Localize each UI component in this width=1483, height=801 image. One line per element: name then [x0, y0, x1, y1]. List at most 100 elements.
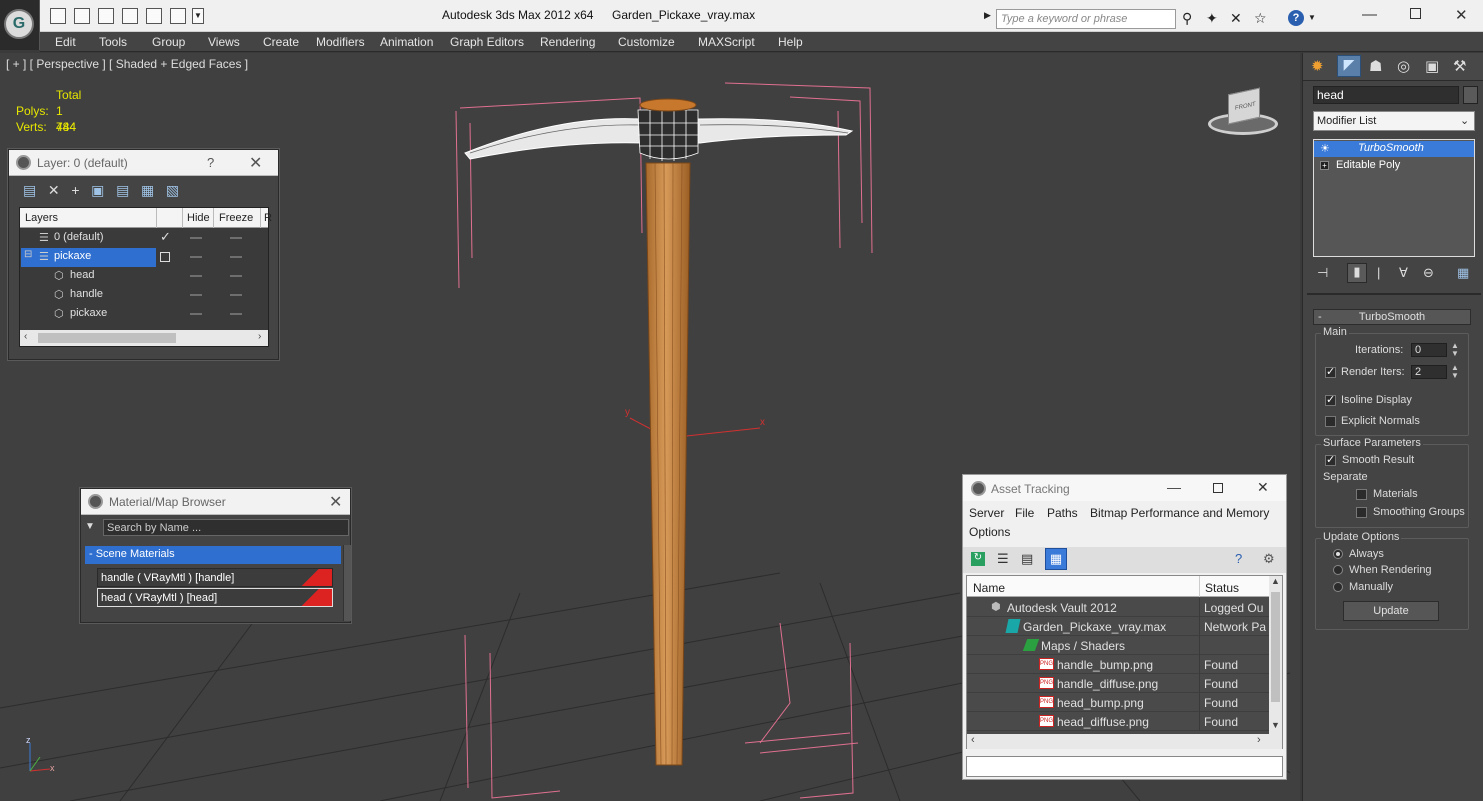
set-current-layer-icon[interactable] [160, 252, 170, 262]
menu-help[interactable]: Help [778, 35, 803, 49]
stack-item-editable-poly[interactable]: + Editable Poly [1314, 158, 1474, 174]
hide-toggle[interactable] [190, 256, 202, 258]
asset-vertical-scrollbar[interactable]: ▲ ▼ [1269, 576, 1282, 734]
viewport-label[interactable]: [ + ] [ Perspective ] [ Shaded + Edged F… [6, 57, 248, 71]
create-tab-icon[interactable]: ✹ [1311, 57, 1324, 75]
material-browser-titlebar[interactable]: Material/Map Browser ✕ [81, 489, 350, 515]
select-objects-icon[interactable]: ▣ [91, 182, 104, 198]
layer-row[interactable]: ⬡ head [20, 267, 268, 286]
hide-all-icon[interactable]: ▦ [141, 182, 154, 198]
refresh-icon[interactable]: ↻ [971, 552, 985, 566]
freeze-toggle[interactable] [230, 313, 242, 315]
scroll-thumb[interactable] [38, 333, 176, 343]
viewcube[interactable]: FRONT [1206, 83, 1280, 139]
binoculars-icon[interactable]: ⚲ [1182, 10, 1192, 27]
close-icon[interactable]: ✕ [1455, 6, 1468, 24]
browser-options-icon[interactable]: ▼ [85, 521, 95, 532]
asset-menu-server[interactable]: Server [969, 506, 1004, 520]
hide-toggle[interactable] [190, 275, 202, 277]
asset-row[interactable]: PNG head_diffuse.png Found [967, 712, 1269, 731]
menu-create[interactable]: Create [263, 35, 299, 49]
spinner-arrows-icon[interactable]: ▲ ▼ [1451, 364, 1459, 380]
menu-animation[interactable]: Animation [380, 35, 433, 49]
hide-toggle[interactable] [190, 294, 202, 296]
column-name[interactable]: Name [973, 581, 1005, 595]
scroll-down-icon[interactable]: ▼ [1271, 720, 1280, 730]
column-freeze[interactable]: Freeze [219, 212, 253, 224]
asset-menu-options[interactable]: Options [969, 525, 1010, 539]
scroll-left-icon[interactable]: ‹ [971, 734, 975, 746]
undo-icon[interactable] [122, 8, 138, 24]
asset-tracking-titlebar[interactable]: Asset Tracking — ✕ [963, 475, 1286, 501]
scroll-left-icon[interactable]: ‹ [24, 331, 27, 342]
collapse-icon[interactable]: ⊟ [24, 249, 32, 260]
menu-customize[interactable]: Customize [618, 35, 675, 49]
object-name-input[interactable]: head [1313, 86, 1459, 104]
create-layer-icon[interactable]: ▤ [23, 182, 36, 198]
menu-rendering[interactable]: Rendering [540, 35, 595, 49]
app-logo[interactable]: G [0, 0, 40, 50]
save-icon[interactable] [98, 8, 114, 24]
scroll-thumb[interactable] [1271, 592, 1280, 702]
explicit-normals-checkbox[interactable] [1325, 416, 1336, 427]
open-icon[interactable] [74, 8, 90, 24]
column-render[interactable]: R [264, 212, 272, 224]
asset-maximize-icon[interactable] [1213, 483, 1223, 493]
lightbulb-icon[interactable]: ☀ [1320, 142, 1330, 155]
scroll-up-icon[interactable]: ▲ [1271, 576, 1280, 586]
list-view-icon[interactable]: ☰ [997, 551, 1009, 567]
asset-row[interactable]: ⬢ Autodesk Vault 2012 Logged Ou [967, 598, 1269, 617]
asset-row[interactable]: Garden_Pickaxe_vray.max Network Pa [967, 617, 1269, 636]
hide-toggle[interactable] [190, 237, 202, 239]
delete-layer-icon[interactable]: ✕ [48, 182, 60, 198]
browser-scrollbar[interactable] [343, 545, 351, 621]
asset-menu-file[interactable]: File [1015, 506, 1034, 520]
smoothing-groups-checkbox[interactable] [1356, 507, 1367, 518]
when-rendering-radio[interactable] [1333, 565, 1343, 575]
expand-icon[interactable]: + [1320, 161, 1329, 170]
isoline-display-checkbox[interactable] [1325, 393, 1336, 406]
freeze-all-icon[interactable]: ▧ [166, 182, 179, 198]
asset-menu-bitmap-performance[interactable]: Bitmap Performance and Memory [1090, 506, 1269, 520]
freeze-toggle[interactable] [230, 256, 242, 258]
asset-row[interactable]: PNG head_bump.png Found [967, 693, 1269, 712]
material-browser-close-icon[interactable]: ✕ [329, 492, 342, 512]
asset-minimize-icon[interactable]: — [1167, 479, 1181, 495]
layer-window-titlebar[interactable]: Layer: 0 (default) ? ✕ [9, 150, 278, 176]
layer-row[interactable]: ⬡ handle [20, 286, 268, 305]
column-hide[interactable]: Hide [187, 212, 210, 224]
favorites-icon[interactable]: ☆ [1254, 10, 1267, 27]
menu-edit[interactable]: Edit [55, 35, 76, 49]
help-dropdown-icon[interactable]: ▼ [1308, 13, 1316, 22]
asset-help-icon[interactable]: ? [1235, 551, 1242, 566]
help-icon[interactable]: ? [1288, 10, 1304, 26]
modify-tab-icon[interactable]: ◤ [1337, 55, 1361, 77]
asset-row[interactable]: Maps / Shaders [967, 636, 1269, 655]
highlight-layer-icon[interactable]: ▤ [116, 182, 129, 198]
render-iters-checkbox[interactable] [1325, 365, 1336, 378]
pin-stack-icon[interactable]: ⊣ [1317, 265, 1328, 281]
utilities-tab-icon[interactable]: ⚒ [1453, 57, 1466, 75]
new-icon[interactable] [50, 8, 66, 24]
scroll-right-icon[interactable]: › [1257, 734, 1261, 746]
thumbnail-view-icon[interactable]: ▤ [1021, 551, 1033, 567]
manually-radio[interactable] [1333, 582, 1343, 592]
redo-icon[interactable] [146, 8, 162, 24]
table-view-icon[interactable]: ▦ [1045, 548, 1067, 570]
add-to-layer-icon[interactable]: + [71, 182, 79, 198]
lock-icon[interactable]: ⊖ [1423, 265, 1434, 281]
object-color-swatch[interactable] [1463, 86, 1478, 104]
search-expand-icon[interactable]: ▶ [984, 10, 994, 28]
layer-row[interactable]: ⬡ pickaxe [20, 305, 268, 324]
asset-close-icon[interactable]: ✕ [1257, 479, 1269, 496]
communication-icon[interactable]: ✕ [1230, 10, 1242, 27]
materials-checkbox[interactable] [1356, 489, 1367, 500]
maximize-icon[interactable] [1410, 8, 1421, 19]
render-iters-spinner[interactable]: 2 [1411, 365, 1447, 379]
motion-tab-icon[interactable]: ◎ [1397, 57, 1410, 75]
asset-status-field[interactable] [966, 756, 1283, 777]
menu-maxscript[interactable]: MAXScript [698, 35, 755, 49]
menu-group[interactable]: Group [152, 35, 185, 49]
layer-row[interactable]: ☰ 0 (default) ✓ [20, 229, 268, 248]
minimize-icon[interactable]: — [1362, 6, 1377, 23]
